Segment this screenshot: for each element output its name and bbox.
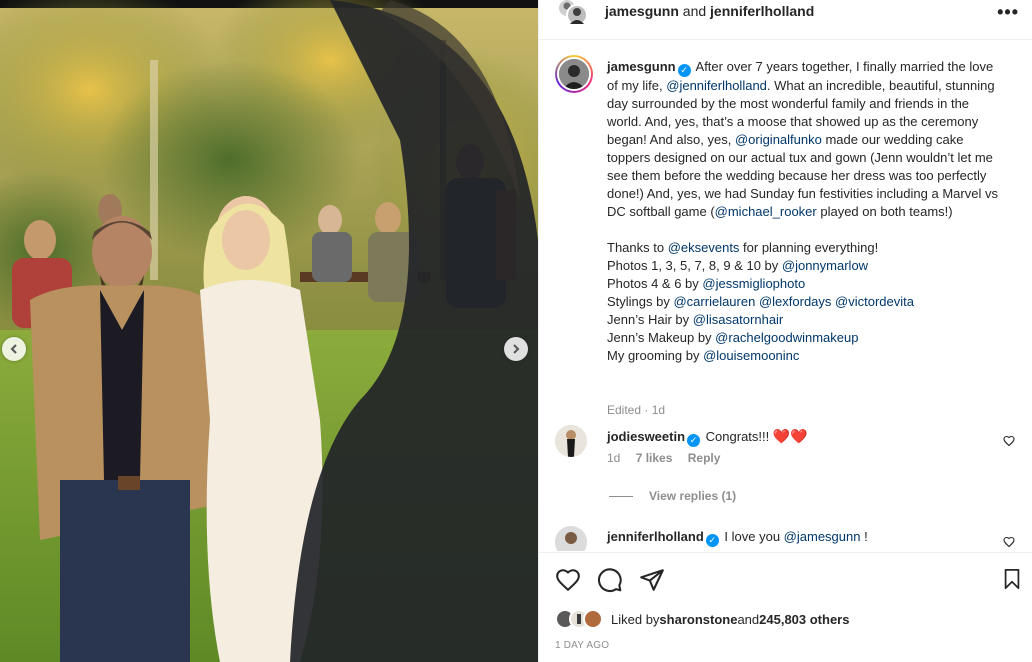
caption-text-segment: for planning everything! xyxy=(739,240,879,255)
comment-text: jenniferlholland ✓ I love you @jamesgunn … xyxy=(607,528,997,547)
liker-avatars xyxy=(555,609,603,629)
bookmark-icon[interactable] xyxy=(1001,567,1023,591)
comment-username[interactable]: jenniferlholland xyxy=(607,529,704,544)
post-header: jamesgunn and jenniferlholland ••• xyxy=(539,0,1032,40)
next-photo-button[interactable] xyxy=(504,337,528,361)
caption-text-segment: Jenn’s Hair by xyxy=(607,312,693,327)
credit-line: Thanks to @eksevents for planning everyt… xyxy=(607,239,1007,257)
heart-icon[interactable] xyxy=(555,567,581,593)
credit-line: Stylings by @carrielauren @lexfordays @v… xyxy=(607,293,1007,311)
comment-time: 1d xyxy=(607,451,621,465)
like-comment-heart-icon[interactable] xyxy=(1003,435,1015,447)
mention-link[interactable]: @lisasatornhair xyxy=(693,312,784,327)
comment-likes[interactable]: 7 likes xyxy=(636,451,673,465)
comment-username[interactable]: jodiesweetin xyxy=(607,429,685,444)
avatar xyxy=(557,0,588,26)
caption-username[interactable]: jamesgunn xyxy=(607,59,676,74)
collab-avatars[interactable] xyxy=(557,0,589,28)
caption-text-segment: played on both teams!) xyxy=(816,204,953,219)
mention-link[interactable]: @eksevents xyxy=(668,240,740,255)
post-photo[interactable] xyxy=(0,0,538,662)
view-replies-button[interactable]: View replies (1) xyxy=(609,489,736,503)
wedding-photo-image xyxy=(0,0,538,662)
action-icons xyxy=(555,567,665,593)
verified-icon: ✓ xyxy=(705,534,719,547)
comment-text: jodiesweetin ✓ Congrats!!! ❤️❤️ xyxy=(607,427,997,447)
previous-photo-button[interactable] xyxy=(2,337,26,361)
credit-line: Jenn’s Makeup by @rachelgoodwinmakeup xyxy=(607,329,1007,347)
post-actions-bar: Liked by sharonstone and 245,803 others … xyxy=(539,552,1032,662)
comment-mention-link[interactable]: @jamesgunn xyxy=(784,529,861,544)
author-link-jamesgunn[interactable]: jamesgunn xyxy=(605,3,679,19)
authors-separator: and xyxy=(678,3,711,19)
post-authors: jamesgunn and jenniferlholland xyxy=(605,3,814,19)
mention-link[interactable]: @michael_rooker xyxy=(715,204,817,219)
caption-credits: Thanks to @eksevents for planning everyt… xyxy=(607,239,1007,365)
replies-divider xyxy=(609,495,633,497)
mention-link[interactable]: @rachelgoodwinmakeup xyxy=(715,330,858,345)
share-icon[interactable] xyxy=(639,567,665,593)
verified-icon: ✓ xyxy=(677,64,691,77)
likes-summary[interactable]: Liked by sharonstone and 245,803 others xyxy=(555,609,849,629)
mention-link[interactable]: @louisemooninc xyxy=(703,348,799,363)
credit-line: Photos 4 & 6 by @jessmigliophoto xyxy=(607,275,1007,293)
mention-link[interactable]: @jonnymarlow xyxy=(782,258,868,273)
comment-content-end: ! xyxy=(860,529,868,544)
comments-scroll-area[interactable]: jamesgunn ✓ After over 7 years together, … xyxy=(539,41,1032,551)
more-options-icon[interactable]: ••• xyxy=(997,2,1019,23)
comment-icon[interactable] xyxy=(597,567,623,593)
credit-line: Jenn’s Hair by @lisasatornhair xyxy=(607,311,1007,329)
caption-text-segment: Jenn’s Makeup by xyxy=(607,330,716,345)
mention-link[interactable]: @jessmigliophoto xyxy=(702,276,805,291)
avatar xyxy=(555,609,603,629)
author-link-jenniferlholland[interactable]: jenniferlholland xyxy=(710,3,814,19)
caption-body: After over 7 years together, I finally m… xyxy=(607,59,998,219)
caption-text-segment: Stylings by xyxy=(607,294,674,309)
heart-emoji: ❤️❤️ xyxy=(772,428,808,444)
mention-link[interactable]: @victordevita xyxy=(835,294,914,309)
chevron-right-icon xyxy=(513,344,520,354)
caption-text-segment: Photos 1, 3, 5, 7, 8, 9 & 10 by xyxy=(607,258,782,273)
post-date[interactable]: 1 DAY AGO xyxy=(555,640,609,651)
mention-link[interactable]: @jenniferlholland xyxy=(666,78,767,93)
caption-text: jamesgunn ✓ After over 7 years together, … xyxy=(607,58,1007,365)
credit-line: My grooming by @louisemooninc xyxy=(607,347,1007,365)
likes-middle: and xyxy=(737,611,760,627)
mention-link[interactable]: @originalfunko xyxy=(735,132,822,147)
comment-content: I love you xyxy=(720,529,784,544)
like-comment-heart-icon[interactable] xyxy=(1003,536,1015,548)
avatar[interactable] xyxy=(555,526,587,551)
likes-count[interactable]: 245,803 others xyxy=(759,612,849,627)
verified-icon: ✓ xyxy=(687,434,701,447)
reply-button[interactable]: Reply xyxy=(688,451,721,465)
liker-username[interactable]: sharonstone xyxy=(659,612,737,627)
post-details-panel: jamesgunn and jenniferlholland ••• james… xyxy=(538,0,1032,662)
caption-text-segment: My grooming by xyxy=(607,348,704,363)
avatar-image xyxy=(555,425,587,457)
caption-avatar[interactable] xyxy=(555,55,593,93)
avatar xyxy=(559,59,589,89)
caption-text-segment: Photos 4 & 6 by xyxy=(607,276,703,291)
caption-meta: Edited · 1d xyxy=(607,403,666,417)
mention-link[interactable]: @carrielauren xyxy=(673,294,755,309)
chevron-left-icon xyxy=(10,344,17,354)
view-replies-label: View replies (1) xyxy=(649,489,737,503)
mention-link[interactable]: @lexfordays xyxy=(759,294,831,309)
comment-content: Congrats!!! xyxy=(705,429,773,444)
comment-meta: 1d 7 likes Reply xyxy=(607,451,732,465)
avatar[interactable] xyxy=(555,425,587,457)
credit-line: Photos 1, 3, 5, 7, 8, 9 & 10 by @jonnyma… xyxy=(607,257,1007,275)
caption-text-segment: Thanks to xyxy=(607,240,668,255)
avatar-image xyxy=(555,526,587,551)
likes-prefix: Liked by xyxy=(611,611,660,627)
